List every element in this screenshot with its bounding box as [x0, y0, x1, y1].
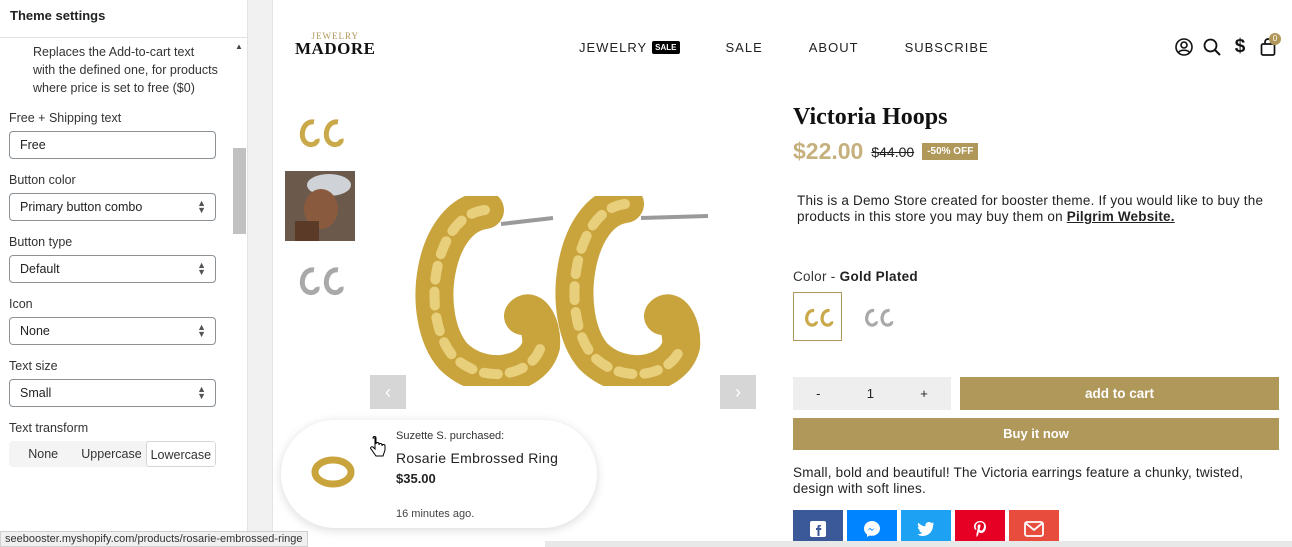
price-row: $22.00 $44.00 -50% OFF [793, 138, 979, 165]
preview-horizontal-scrollbar[interactable] [545, 541, 1292, 547]
chevron-updown-icon: ▲ ▼ [197, 322, 206, 339]
popup-buyer: Suzette S. purchased: [396, 430, 505, 442]
text-size-value: Small [20, 386, 52, 400]
description-text: This is a Demo Store created for booster… [797, 193, 1264, 224]
product-description: This is a Demo Store created for booster… [797, 193, 1277, 225]
text-transform-uppercase[interactable]: Uppercase [77, 441, 145, 467]
text-transform-none[interactable]: None [9, 441, 77, 467]
product-thumbnails [285, 97, 357, 319]
search-icon[interactable] [1202, 36, 1222, 58]
cart-count-badge: 0 [1269, 33, 1281, 45]
thumbnail-silver-hoops[interactable] [285, 245, 355, 315]
popup-product-image [311, 456, 355, 488]
chevron-left-icon: ‹ [385, 381, 391, 402]
header-icons: $ 0 [1174, 33, 1281, 58]
button-color-value: Primary button combo [20, 200, 143, 214]
panel-scrollbar[interactable]: ▲ [232, 38, 247, 547]
product-blurb: Small, bold and beautiful! The Victoria … [793, 465, 1244, 496]
nav-label: JEWELRY [579, 40, 648, 55]
browser-status-url: seebooster.myshopify.com/products/rosari… [0, 531, 308, 547]
prev-image-button[interactable]: ‹ [370, 375, 406, 409]
icon-label: Icon [9, 297, 33, 311]
qty-plus-button[interactable]: + [920, 386, 928, 401]
text-transform-label: Text transform [9, 421, 89, 435]
free-shipping-label: Free + Shipping text [9, 111, 122, 125]
button-type-select[interactable]: Default ▲ ▼ [9, 255, 216, 283]
store-preview: JEWELRY MADORE JEWELRY SALE SALE ABOUT S… [272, 0, 1292, 547]
popup-time-ago: 16 minutes ago. [396, 508, 475, 520]
currency-icon[interactable]: $ [1230, 36, 1250, 58]
color-label: Color - Gold Plated [793, 269, 918, 284]
icon-value: None [20, 324, 50, 338]
account-icon[interactable] [1174, 36, 1194, 58]
qty-input[interactable]: 1 [867, 386, 874, 401]
free-shipping-input[interactable]: Free [9, 131, 216, 159]
product-title: Victoria Hoops [793, 104, 948, 130]
add-to-cart-button[interactable]: add to cart [960, 377, 1279, 410]
product-main-image [415, 196, 709, 386]
next-image-button[interactable]: › [720, 375, 756, 409]
quantity-stepper: - 1 + [793, 377, 951, 410]
currency-symbol: $ [1234, 36, 1246, 57]
recent-purchase-popup[interactable]: Suzette S. purchased: Rosarie Embrossed … [281, 420, 597, 528]
scroll-up-icon[interactable]: ▲ [235, 42, 243, 51]
panel-body: Replaces the Add-to-cart text with the d… [0, 38, 232, 547]
icon-select[interactable]: None ▲ ▼ [9, 317, 216, 345]
nav-item-subscribe[interactable]: SUBSCRIBE [905, 40, 989, 55]
panel-title: Theme settings [0, 0, 247, 38]
text-transform-segmented: None Uppercase Lowercase [9, 441, 216, 467]
scrollbar-thumb[interactable] [233, 148, 246, 234]
main-nav: JEWELRY SALE SALE ABOUT SUBSCRIBE [579, 40, 989, 55]
text-size-select[interactable]: Small ▲ ▼ [9, 379, 216, 407]
popup-product-price: $35.00 [396, 471, 436, 486]
thumbnail-model-photo[interactable] [285, 171, 355, 241]
color-value: Gold Plated [839, 269, 918, 284]
sale-price: $22.00 [793, 138, 864, 164]
chevron-updown-icon: ▲ ▼ [197, 260, 206, 277]
help-text: Replaces the Add-to-cart text with the d… [33, 45, 218, 95]
button-color-select[interactable]: Primary button combo ▲ ▼ [9, 193, 216, 221]
theme-settings-panel: Theme settings Replaces the Add-to-cart … [0, 0, 248, 547]
thumbnail-gold-hoops[interactable] [285, 97, 355, 167]
compare-price: $44.00 [871, 143, 915, 160]
cart-icon[interactable]: 0 [1258, 33, 1281, 58]
nav-item-sale[interactable]: SALE [726, 40, 763, 55]
qty-minus-button[interactable]: - [816, 386, 820, 401]
button-type-label: Button type [9, 235, 73, 249]
logo-wordmark: MADORE [295, 39, 376, 58]
store-logo[interactable]: JEWELRY MADORE [295, 31, 375, 59]
nav-item-about[interactable]: ABOUT [809, 40, 859, 55]
text-size-label: Text size [9, 359, 58, 373]
color-label-text: Color - [793, 269, 840, 284]
button-color-label: Button color [9, 173, 76, 187]
chevron-updown-icon: ▲ ▼ [197, 384, 206, 401]
text-transform-lowercase[interactable]: Lowercase [145, 441, 216, 467]
swatch-silver[interactable] [853, 292, 902, 341]
discount-badge: -50% OFF [922, 143, 979, 160]
hand-cursor-icon [370, 436, 386, 457]
swatch-gold-plated[interactable] [793, 292, 842, 341]
chevron-updown-icon: ▲ ▼ [197, 198, 206, 215]
button-type-value: Default [20, 262, 60, 276]
buy-now-button[interactable]: Buy it now [793, 418, 1279, 450]
chevron-right-icon: › [735, 381, 741, 402]
sale-badge: SALE [652, 41, 680, 54]
nav-item-jewelry[interactable]: JEWELRY SALE [579, 40, 680, 55]
popup-product-name: Rosarie Embrossed Ring [396, 450, 559, 466]
pilgrim-website-link[interactable]: Pilgrim Website. [1067, 209, 1175, 224]
